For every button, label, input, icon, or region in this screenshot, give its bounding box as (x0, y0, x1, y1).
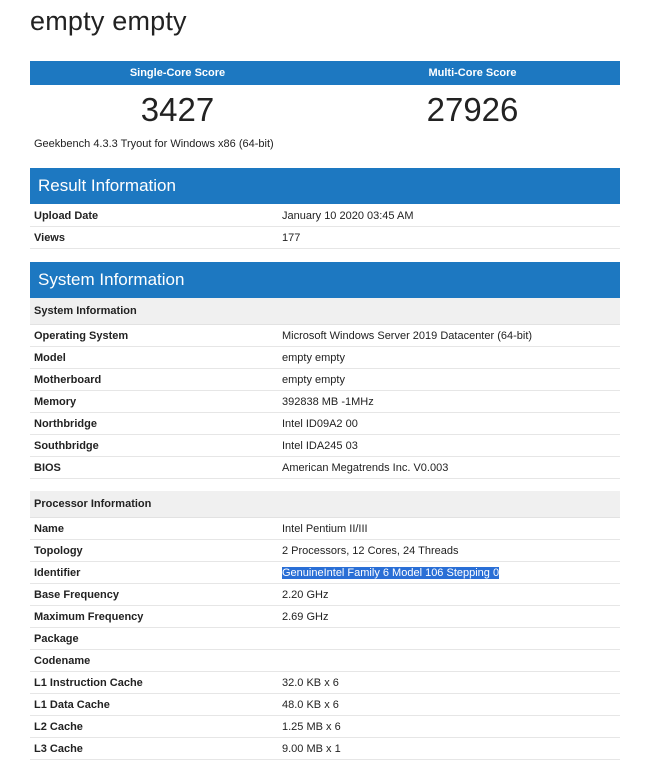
row-value (282, 628, 620, 649)
row-key: Package (34, 633, 79, 645)
row-key: Maximum Frequency (34, 611, 144, 623)
row-key: Motherboard (34, 374, 102, 386)
row-key: Memory (34, 396, 77, 408)
selected-identifier-text[interactable]: GenuineIntel Family 6 Model 106 Stepping… (282, 567, 500, 579)
row-key: Upload Date (34, 210, 99, 222)
table-row: Southbridge Intel IDA245 03 (30, 435, 620, 457)
single-core-score-value: 3427 (140, 91, 215, 128)
processor-information-subheader: Processor Information (30, 491, 620, 518)
table-row: Upload Date January 10 2020 03:45 AM (30, 205, 620, 227)
multi-core-score-value: 27926 (426, 91, 519, 128)
table-row: Topology 2 Processors, 12 Cores, 24 Thre… (30, 540, 620, 562)
row-key: Operating System (34, 330, 129, 342)
table-row: Model empty empty (30, 347, 620, 369)
page-title: empty empty (30, 6, 187, 36)
row-value: Microsoft Windows Server 2019 Datacenter… (282, 330, 533, 342)
table-row: Memory 392838 MB -1MHz (30, 391, 620, 413)
table-row: Northbridge Intel ID09A2 00 (30, 413, 620, 435)
row-key: L2 Cache (34, 721, 83, 733)
row-value: 48.0 KB x 6 (282, 699, 339, 711)
table-row: Codename (30, 650, 620, 672)
row-value: Intel Pentium II/III (282, 523, 368, 535)
row-key: Base Frequency (34, 589, 119, 601)
row-value: 32.0 KB x 6 (282, 677, 339, 689)
geekbench-result-page: empty empty Single-Core Score Multi-Core… (0, 0, 650, 770)
row-value: Intel IDA245 03 (282, 440, 358, 452)
row-value: 392838 MB -1MHz (282, 396, 374, 408)
row-key: L3 Cache (34, 743, 83, 755)
table-row: L2 Cache 1.25 MB x 6 (30, 716, 620, 738)
row-key: Model (34, 352, 66, 364)
row-value: 2 Processors, 12 Cores, 24 Threads (282, 545, 459, 557)
table-row: L1 Data Cache 48.0 KB x 6 (30, 694, 620, 716)
row-value: American Megatrends Inc. V0.003 (282, 462, 449, 474)
score-header: Single-Core Score Multi-Core Score (30, 61, 620, 85)
table-row: Identifier GenuineIntel Family 6 Model 1… (30, 562, 620, 584)
row-key: L1 Data Cache (34, 699, 110, 711)
row-key: Southbridge (34, 440, 99, 452)
system-information-table: System Information Operating System Micr… (30, 298, 620, 760)
result-information-header: Result Information (30, 168, 620, 204)
row-value: empty empty (282, 352, 345, 364)
row-value: 177 (282, 232, 301, 244)
row-key: Northbridge (34, 418, 97, 430)
row-value: empty empty (282, 374, 345, 386)
table-row: Views 177 (30, 227, 620, 249)
system-information-subheader: System Information (30, 298, 620, 325)
table-row: L3 Cache 9.00 MB x 1 (30, 738, 620, 760)
row-key: Identifier (34, 567, 81, 579)
row-key: Topology (34, 545, 83, 557)
table-row: Package (30, 628, 620, 650)
table-row: Name Intel Pentium II/III (30, 518, 620, 540)
row-value: 9.00 MB x 1 (282, 743, 341, 755)
single-core-score-label: Single-Core Score (129, 67, 226, 79)
row-key: BIOS (34, 462, 61, 474)
row-key: Views (34, 232, 65, 244)
row-value: 2.69 GHz (282, 611, 329, 623)
row-value: 1.25 MB x 6 (282, 721, 341, 733)
row-value: Intel ID09A2 00 (282, 418, 358, 430)
row-value: 2.20 GHz (282, 589, 329, 601)
row-key: Codename (34, 655, 91, 667)
row-value[interactable]: GenuineIntel Family 6 Model 106 Stepping… (282, 562, 620, 583)
row-key: Name (34, 523, 64, 535)
table-row: Motherboard empty empty (30, 369, 620, 391)
score-values: 3427 27926 (30, 88, 620, 132)
row-value (282, 650, 620, 671)
multi-core-score-label: Multi-Core Score (428, 67, 517, 79)
benchmark-version: Geekbench 4.3.3 Tryout for Windows x86 (… (34, 138, 274, 150)
table-row: BIOS American Megatrends Inc. V0.003 (30, 457, 620, 479)
result-information-table: Upload Date January 10 2020 03:45 AM Vie… (30, 205, 620, 249)
table-row: Maximum Frequency 2.69 GHz (30, 606, 620, 628)
table-row: L1 Instruction Cache 32.0 KB x 6 (30, 672, 620, 694)
table-row: Operating System Microsoft Windows Serve… (30, 325, 620, 347)
system-information-header: System Information (30, 262, 620, 298)
row-value: January 10 2020 03:45 AM (282, 210, 414, 222)
table-row: Base Frequency 2.20 GHz (30, 584, 620, 606)
row-key: L1 Instruction Cache (34, 677, 143, 689)
